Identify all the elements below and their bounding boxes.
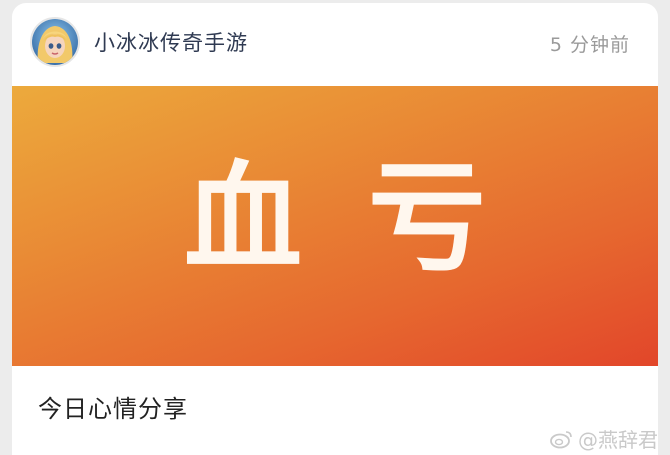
post-header: 小冰冰传奇手游 5 分钟前 — [12, 3, 658, 85]
account-avatar[interactable] — [30, 17, 80, 67]
account-name[interactable]: 小冰冰传奇手游 — [94, 29, 248, 57]
watermark: @燕辞君 — [550, 424, 658, 453]
post-caption: 今日心情分享 — [38, 395, 188, 423]
post-image-banner[interactable]: 血 亏 — [12, 86, 658, 366]
post-time: 5 分钟前 — [549, 34, 630, 56]
banner-char-1: 血 — [184, 148, 303, 287]
watermark-text: @燕辞君 — [578, 428, 658, 452]
post-card[interactable]: 小冰冰传奇手游 5 分钟前 血 亏 今日心情分享 — [12, 3, 658, 455]
banner-char-2: 亏 — [368, 148, 487, 287]
avatar-image — [32, 19, 78, 65]
weibo-icon — [550, 430, 572, 448]
